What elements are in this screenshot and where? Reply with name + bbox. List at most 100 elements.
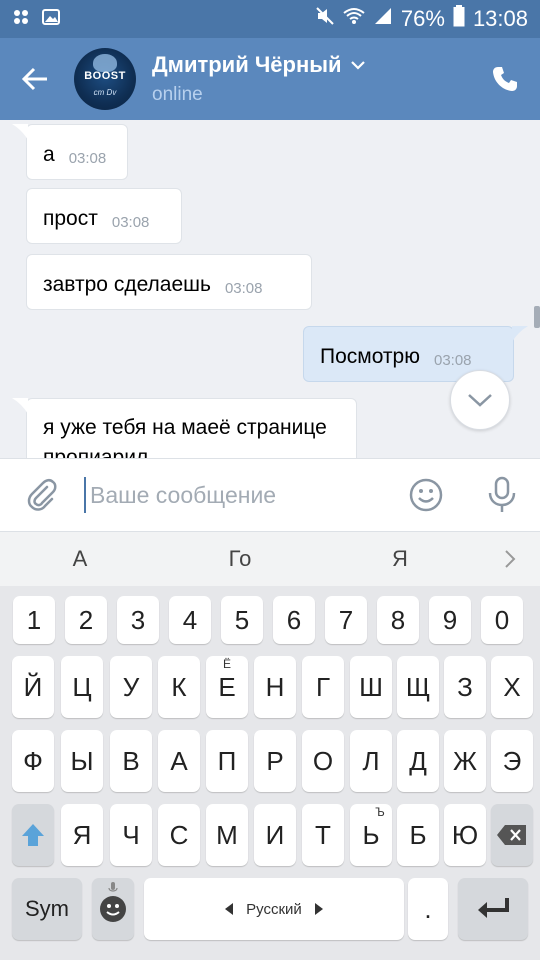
key-5[interactable]: 5 [221,596,263,644]
battery-icon [453,5,465,33]
key-letter[interactable]: М [206,804,248,866]
arrow-left-icon [21,67,47,91]
message-text: я уже тебя на маеё странице пропиарил [43,416,327,458]
key-1[interactable]: 1 [13,596,55,644]
key-letter[interactable]: Х [491,656,533,718]
key-letter[interactable]: О [302,730,344,792]
scrollbar-thumb[interactable] [534,306,540,328]
message-incoming[interactable]: прост 03:08 [26,188,182,244]
key-letter-soft-sign[interactable]: Ъ Ь [350,804,392,866]
backspace-key[interactable] [491,804,533,866]
key-3[interactable]: 3 [117,596,159,644]
attach-button[interactable] [0,458,84,532]
suggestion-item[interactable]: А [0,546,160,572]
expand-suggestions-button[interactable] [480,549,540,569]
key-label: Е [218,671,236,702]
battery-percent: 76% [400,6,445,31]
message-text: а [43,143,55,166]
chevron-down-icon [350,61,365,70]
key-letter[interactable]: Л [350,730,392,792]
key-letter[interactable]: Щ [397,656,439,718]
key-letter[interactable]: У [110,656,152,718]
suggestion-bar: А Го Я [0,532,540,586]
key-6[interactable]: 6 [273,596,315,644]
message-incoming[interactable]: я уже тебя на маеё странице пропиарил [26,398,357,458]
message-input[interactable]: Ваше сообщение [84,477,388,513]
key-letter[interactable]: Р [254,730,296,792]
wifi-icon [343,6,365,32]
key-letter[interactable]: А [158,730,200,792]
shift-key[interactable] [12,804,54,866]
emoji-button[interactable] [388,458,464,532]
emoji-key[interactable] [92,878,134,940]
caret-right-icon [314,903,323,915]
key-letter[interactable]: С [158,804,200,866]
key-letter[interactable]: В [110,730,152,792]
key-letter[interactable]: Э [491,730,533,792]
back-button[interactable] [0,38,70,120]
key-letter[interactable]: Г [302,656,344,718]
key-letter[interactable]: Ш [350,656,392,718]
message-list[interactable]: а 03:08 прост 03:08 завтро сделаешь 03:0… [0,120,540,458]
key-0[interactable]: 0 [481,596,523,644]
scroll-to-bottom-button[interactable] [450,370,510,430]
caret-left-icon [225,903,234,915]
backspace-icon [497,825,526,845]
contact-status: online [152,84,203,105]
contact-info[interactable]: Дмитрий Чёрный online [152,52,366,106]
key-letter[interactable]: Ц [61,656,103,718]
microphone-icon [488,476,516,512]
key-letter[interactable]: Ч [110,804,152,866]
key-7[interactable]: 7 [325,596,367,644]
paperclip-icon [27,478,57,511]
smiley-icon [409,478,443,512]
chevron-down-icon [468,394,492,407]
message-incoming[interactable]: завтро сделаешь 03:08 [26,254,312,310]
voice-button[interactable] [464,458,540,532]
key-4[interactable]: 4 [169,596,211,644]
key-letter[interactable]: Ф [12,730,54,792]
enter-key[interactable] [458,878,528,940]
period-key[interactable]: . [408,878,448,940]
chevron-right-icon [505,550,516,568]
key-letter[interactable]: Ы [61,730,103,792]
message-time: 03:08 [68,150,107,167]
bubble-tail [512,326,528,342]
key-letter[interactable]: П [206,730,248,792]
key-letter-e[interactable]: Ё Е [206,656,248,718]
message-text: прост [43,207,98,230]
key-hint: Ё [222,657,231,671]
key-letter[interactable]: Н [254,656,296,718]
key-letter[interactable]: Б [397,804,439,866]
call-button[interactable] [470,38,540,120]
suggestion-item[interactable]: Я [320,546,480,572]
key-letter[interactable]: Ю [444,804,486,866]
key-letter[interactable]: Я [61,804,103,866]
message-text: Посмотрю [320,345,420,368]
key-letter[interactable]: Й [12,656,54,718]
enter-arrow-icon [478,898,509,918]
message-composer: Ваше сообщение [0,458,540,532]
key-8[interactable]: 8 [377,596,419,644]
key-letter[interactable]: Ж [444,730,486,792]
phone-icon [493,67,517,91]
key-letter[interactable]: К [158,656,200,718]
key-letter[interactable]: Т [302,804,344,866]
sym-key[interactable]: Sym [12,878,82,940]
sym-label: Sym [25,896,69,921]
message-incoming[interactable]: а 03:08 [26,124,128,180]
key-letter[interactable]: З [444,656,486,718]
signal-icon [373,6,393,32]
avatar[interactable]: BOOST cm Dv [74,48,136,110]
message-time: 03:08 [433,352,472,369]
space-key[interactable]: Русский [144,878,404,940]
bubble-tail [12,124,28,140]
avatar-text: BOOST [84,70,126,82]
key-letter[interactable]: И [254,804,296,866]
key-9[interactable]: 9 [429,596,471,644]
suggestion-item[interactable]: Го [160,546,320,572]
key-2[interactable]: 2 [65,596,107,644]
grid-notification-icon [12,8,30,31]
key-label: Ь [362,819,380,850]
key-letter[interactable]: Д [397,730,439,792]
